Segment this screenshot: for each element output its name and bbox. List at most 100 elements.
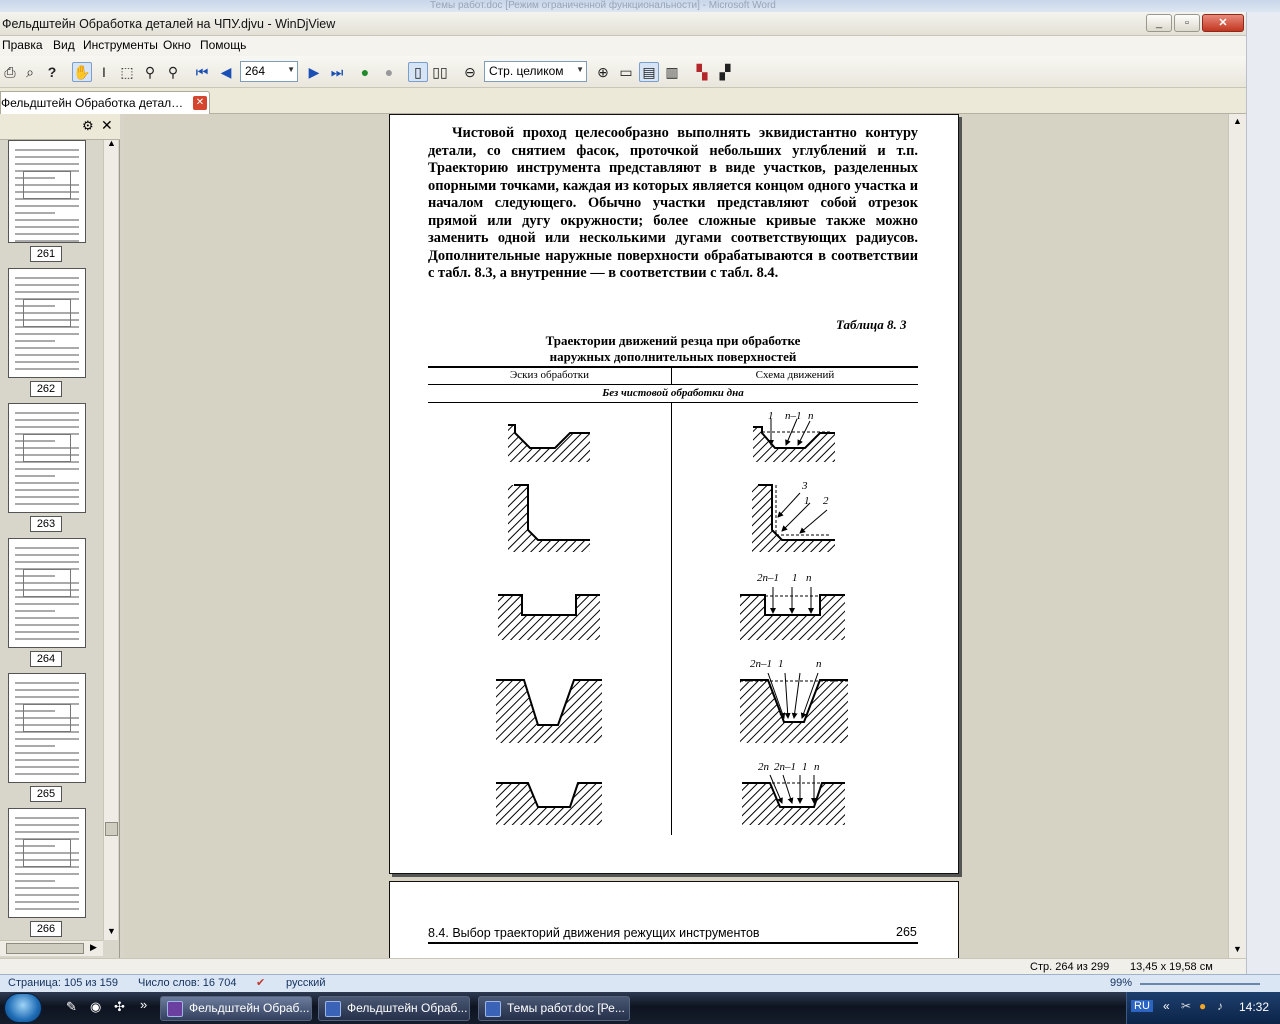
- label-r1-c: n: [808, 410, 814, 422]
- thumbnail-page[interactable]: [8, 538, 86, 648]
- thumbnail-page[interactable]: [8, 673, 86, 783]
- scroll-down-icon[interactable]: ▼: [107, 926, 116, 936]
- word-zoom[interactable]: 99%: [1110, 977, 1132, 989]
- select-text-icon[interactable]: I: [94, 62, 114, 82]
- language-indicator[interactable]: RU: [1131, 1000, 1153, 1012]
- zoom-slider[interactable]: [1140, 983, 1260, 985]
- label-r3-b: 1: [792, 572, 798, 584]
- thumbnail-line: [15, 631, 79, 633]
- more-icon[interactable]: »: [140, 997, 147, 1012]
- zoom-out-icon[interactable]: ⊖: [460, 62, 480, 82]
- tray-tool-icon[interactable]: ✂: [1181, 999, 1191, 1013]
- sketch-row-3: [498, 594, 600, 640]
- scroll-up-icon[interactable]: ▲: [107, 138, 116, 148]
- first-page-icon[interactable]: ⏮: [192, 62, 212, 82]
- title-bar: Фельдштейн Обработка деталей на ЧПУ.djvu…: [0, 12, 1246, 36]
- thumbnail-page[interactable]: [8, 268, 86, 378]
- sidebar-scrollbar[interactable]: ▲ ▼: [103, 138, 118, 940]
- task-word[interactable]: Темы работ.doc [Ре...: [478, 996, 630, 1021]
- thumbnail-line: [15, 291, 79, 293]
- menu-view[interactable]: Вид: [53, 38, 75, 52]
- scheme-row-3: [740, 587, 845, 640]
- label-r3-a: 2n–1: [757, 572, 779, 584]
- document-tab[interactable]: Фельдштейн Обработка деталей на ЧПУ.djvu…: [0, 91, 210, 114]
- word-word-count[interactable]: Число слов: 16 704: [138, 977, 236, 989]
- thumbnail-line: [15, 689, 79, 691]
- layers-icon[interactable]: ▞: [715, 62, 735, 82]
- zoom-in-icon[interactable]: ⊕: [593, 62, 613, 82]
- minimize-button[interactable]: _: [1146, 14, 1172, 32]
- view-scrollbar[interactable]: ▲ ▼: [1228, 114, 1246, 960]
- app-icon[interactable]: ✣: [114, 999, 125, 1015]
- thumbnail-line: [15, 277, 79, 279]
- zoom-rect-icon[interactable]: ⚲: [163, 62, 183, 82]
- thumbnail-line: [15, 156, 79, 158]
- two-page-icon[interactable]: ▯▯: [430, 62, 450, 82]
- word-language[interactable]: русский: [286, 977, 325, 989]
- print-icon[interactable]: ⎙: [0, 62, 20, 82]
- close-sidebar-icon[interactable]: ✕: [101, 117, 113, 134]
- single-page-icon[interactable]: ▯: [408, 62, 428, 82]
- select-rect-icon[interactable]: ⬚: [117, 62, 137, 82]
- close-tab-icon[interactable]: ✕: [193, 96, 207, 110]
- task-windjview-1[interactable]: Фельдштейн Обраб...: [160, 996, 312, 1021]
- volume-icon[interactable]: ♪: [1217, 999, 1223, 1013]
- close-button[interactable]: ✕: [1202, 14, 1244, 32]
- thumbnail-line: [15, 475, 55, 477]
- binoculars-icon[interactable]: ⌕: [20, 62, 40, 82]
- task-label: Фельдштейн Обраб...: [189, 1001, 310, 1015]
- word-icon: [485, 1001, 501, 1017]
- scroll-thumb[interactable]: [105, 822, 118, 836]
- color-mode-icon[interactable]: ▚: [692, 62, 712, 82]
- back-icon[interactable]: ●: [355, 62, 375, 82]
- zoom-icon[interactable]: ⚲: [140, 62, 160, 82]
- scroll-up-icon[interactable]: ▲: [1233, 116, 1242, 126]
- hand-tool-icon[interactable]: ✋: [72, 62, 92, 82]
- next-page-icon[interactable]: ▶: [304, 62, 324, 82]
- clock[interactable]: 14:32: [1239, 1000, 1269, 1014]
- forward-icon[interactable]: ●: [379, 62, 399, 82]
- sidebar-hscrollbar[interactable]: ▶: [0, 940, 103, 956]
- tray-app-icon[interactable]: ●: [1199, 999, 1206, 1013]
- task-windjview-2[interactable]: Фельдштейн Обраб...: [318, 996, 470, 1021]
- facing-icon[interactable]: ▥: [662, 62, 682, 82]
- menu-tools[interactable]: Инструменты: [83, 38, 158, 52]
- gear-icon[interactable]: ⚙: [82, 118, 94, 134]
- scroll-down-icon[interactable]: ▼: [1233, 944, 1242, 954]
- quicklaunch-icon[interactable]: ✎: [66, 999, 77, 1015]
- menu-bar: Правка Вид Инструменты Окно Помощь: [0, 36, 1246, 56]
- media-icon[interactable]: ◉: [90, 999, 101, 1015]
- thumbnail-line: [15, 368, 79, 370]
- menu-help[interactable]: Помощь: [200, 38, 246, 52]
- menu-window[interactable]: Окно: [163, 38, 191, 52]
- thumbnail-line: [15, 610, 55, 612]
- last-page-icon[interactable]: ⏭: [327, 62, 347, 82]
- thumbnail-line: [15, 240, 79, 242]
- spellcheck-icon[interactable]: ✔: [256, 976, 265, 989]
- zoom-select[interactable]: Стр. целиком ▼: [484, 61, 587, 82]
- background-word-scrollbar: [1246, 12, 1280, 974]
- header-rule: [428, 942, 918, 944]
- thumbnail-line: [15, 419, 79, 421]
- document-page: Чистовой проход целесообразно выполнять …: [389, 114, 959, 874]
- label-r4-c: n: [816, 658, 822, 670]
- thumbnail-page[interactable]: [8, 808, 86, 918]
- hscroll-thumb[interactable]: [6, 943, 84, 954]
- start-button[interactable]: [4, 993, 42, 1023]
- page-number-input[interactable]: 264 ▼: [240, 61, 298, 82]
- thumbnail-line: [15, 219, 79, 221]
- scroll-right-icon[interactable]: ▶: [90, 942, 97, 953]
- word-page-count[interactable]: Страница: 105 из 159: [8, 977, 118, 989]
- thumbnail-line: [15, 489, 79, 491]
- maximize-button[interactable]: ▫: [1174, 14, 1200, 32]
- prev-page-icon[interactable]: ◀: [216, 62, 236, 82]
- continuous-icon[interactable]: ▤: [639, 62, 659, 82]
- help-icon[interactable]: ?: [42, 62, 62, 82]
- thumbnail-line: [15, 745, 55, 747]
- menu-edit[interactable]: Правка: [2, 38, 43, 52]
- thumbnail-page[interactable]: [8, 140, 86, 243]
- scheme-row-5: [742, 774, 845, 825]
- thumbnail-page[interactable]: [8, 403, 86, 513]
- fit-page-icon[interactable]: ▭: [616, 62, 636, 82]
- tray-arrow-icon[interactable]: «: [1163, 999, 1170, 1013]
